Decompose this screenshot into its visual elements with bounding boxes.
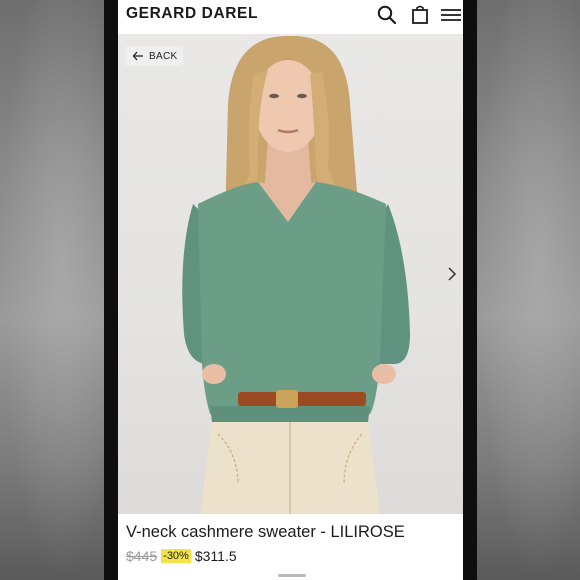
model-illustration bbox=[182, 35, 410, 514]
phone-bezel-left bbox=[104, 0, 118, 580]
phone-bezel-right bbox=[463, 0, 477, 580]
price-row: $445 -30% $311.5 bbox=[126, 548, 237, 564]
original-price: $445 bbox=[126, 548, 158, 564]
brand-logo[interactable]: GERARD DAREL bbox=[126, 5, 258, 23]
back-button[interactable]: BACK bbox=[126, 46, 184, 66]
search-icon[interactable] bbox=[376, 4, 398, 26]
sale-price: $311.5 bbox=[194, 548, 237, 564]
blurred-background-left bbox=[0, 0, 104, 580]
phone-screen: GERARD DAREL BACK V-neck cashmere sweate… bbox=[118, 0, 463, 580]
home-indicator[interactable] bbox=[278, 574, 306, 577]
site-header: GERARD DAREL bbox=[118, 0, 463, 34]
arrow-left-icon bbox=[132, 51, 143, 61]
product-image[interactable]: BACK bbox=[118, 34, 463, 514]
product-title: V-neck cashmere sweater - LILIROSE bbox=[126, 523, 405, 541]
chevron-right-icon[interactable] bbox=[443, 262, 461, 286]
blurred-background-right bbox=[476, 0, 580, 580]
back-label: BACK bbox=[149, 50, 178, 62]
shopping-bag-icon[interactable] bbox=[409, 4, 431, 26]
discount-badge: -30% bbox=[161, 549, 191, 563]
menu-icon[interactable] bbox=[440, 4, 462, 26]
